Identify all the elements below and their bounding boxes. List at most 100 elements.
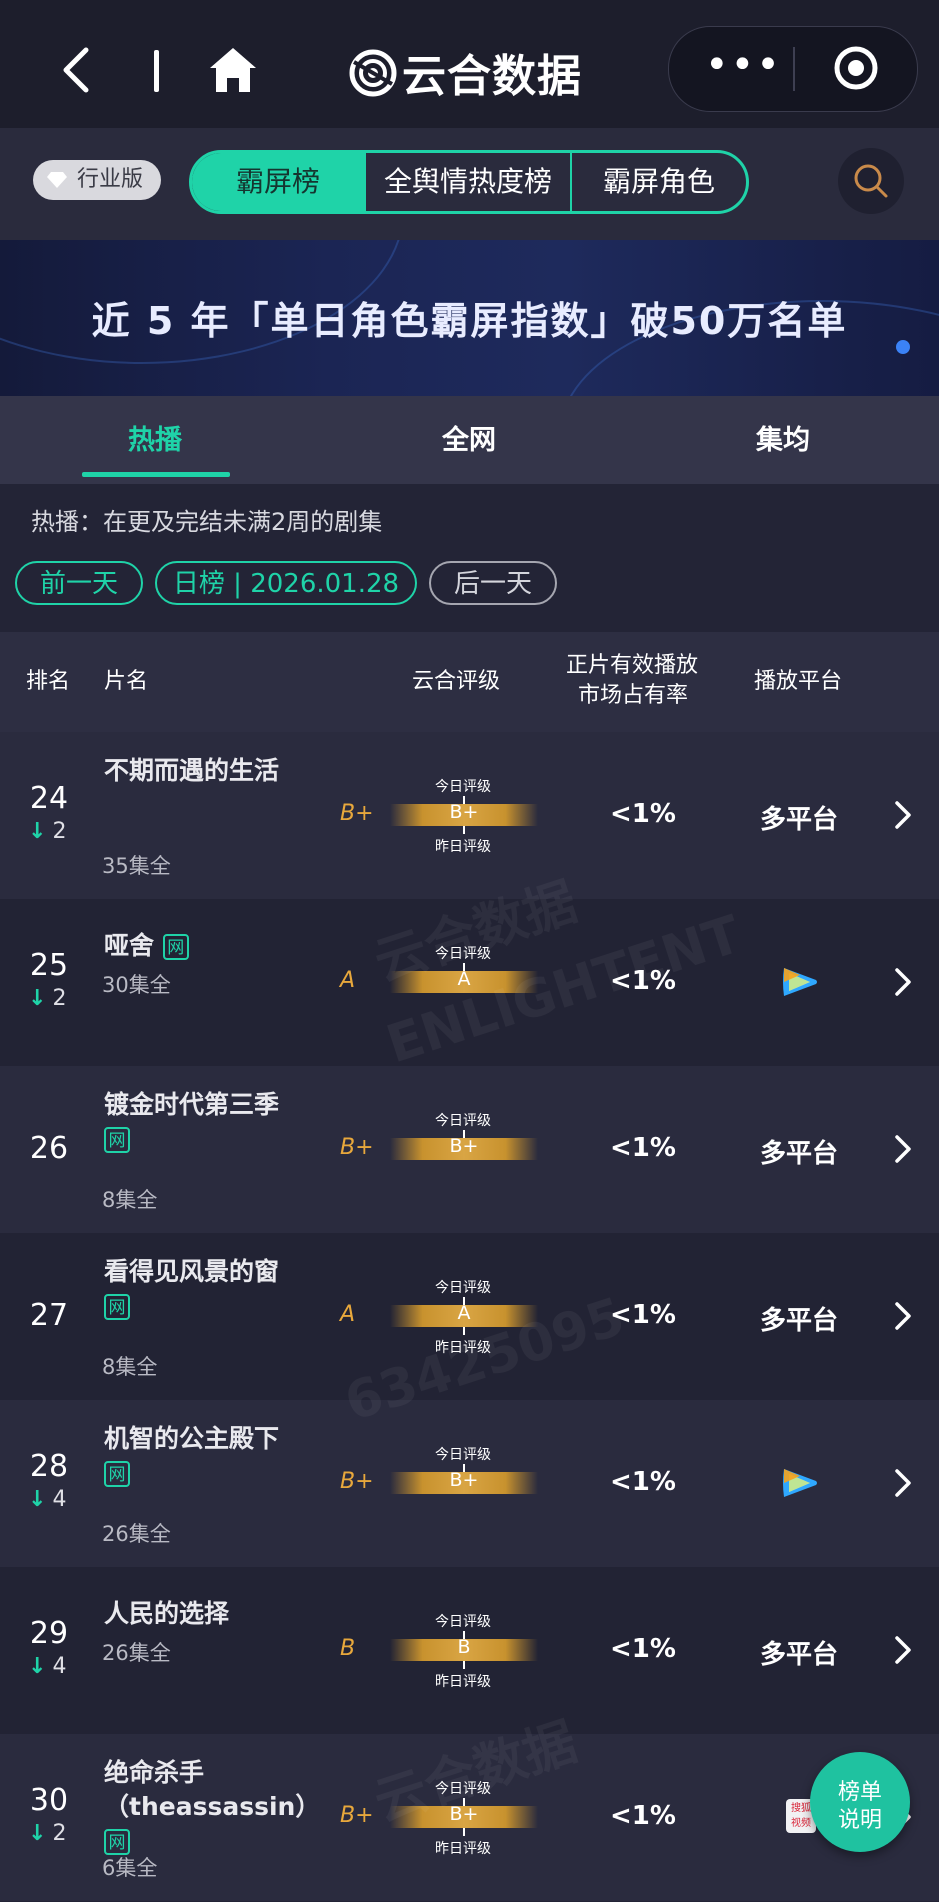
- show-title[interactable]: 人民的选择: [104, 1597, 309, 1631]
- episode-count: 26集全: [102, 1522, 171, 1546]
- episode-count: 8集全: [102, 1188, 158, 1212]
- rating-letter: B+: [340, 1469, 374, 1494]
- rank-change: ↓ 2: [28, 1821, 66, 1846]
- tab-hot-airing[interactable]: 热播: [128, 418, 182, 457]
- platform-label: 多平台: [760, 1640, 839, 1670]
- rating-letter: A: [340, 1302, 356, 1327]
- close-target-icon[interactable]: [833, 45, 879, 91]
- arrow-down-icon: ↓: [28, 819, 47, 844]
- web-series-badge: 网: [162, 934, 189, 960]
- tab-dominance-ranking[interactable]: 霸屏榜: [192, 153, 364, 211]
- active-tab-indicator: [82, 472, 230, 477]
- yesterday-marker: [463, 1661, 465, 1669]
- ranking-explanation-button[interactable]: 榜单 说明: [810, 1752, 910, 1852]
- show-title-text: 绝命杀手（theassassin）: [104, 1758, 321, 1821]
- show-title[interactable]: 看得见风景的窗 网: [104, 1255, 309, 1323]
- chevron-right-icon[interactable]: [894, 800, 912, 830]
- today-rating-label: 今日评级: [435, 1280, 491, 1296]
- rating-letter: B+: [340, 1135, 374, 1160]
- rating-bar: B: [390, 1636, 538, 1661]
- rating-bar: B+: [390, 801, 538, 826]
- diamond-icon: [47, 172, 67, 188]
- today-marker: [463, 1297, 465, 1305]
- industry-edition-badge[interactable]: 行业版: [33, 160, 161, 200]
- today-marker: [463, 1631, 465, 1639]
- rank-number: 24: [29, 781, 69, 816]
- web-series-badge: 网: [104, 1294, 130, 1320]
- rating-letter: A: [340, 968, 356, 993]
- show-title-text: 机智的公主殿下: [104, 1424, 280, 1453]
- rating-letter: B+: [340, 1803, 374, 1828]
- home-icon[interactable]: [208, 46, 258, 94]
- rank-number: 27: [29, 1298, 69, 1333]
- mini-program-capsule: •••: [668, 26, 918, 112]
- show-title[interactable]: 镀金时代第三季 网: [104, 1088, 309, 1156]
- rank-number: 29: [29, 1616, 69, 1651]
- chevron-right-icon[interactable]: [894, 1301, 912, 1331]
- search-button[interactable]: [838, 148, 904, 214]
- table-row[interactable]: 28 ↓ 4 机智的公主殿下 网 26集全 B+ B+ 今日评级 <1%: [0, 1400, 939, 1567]
- rank-change: ↓ 2: [28, 819, 66, 844]
- back-icon[interactable]: [56, 44, 96, 96]
- rank-number: 25: [29, 948, 69, 983]
- episode-count: 35集全: [102, 854, 171, 878]
- rating-bar: B+: [390, 1135, 538, 1160]
- rank-change: ↓ 4: [28, 1654, 66, 1679]
- banner-title: 近 5 年「单日角色霸屏指数」破50万名单: [91, 299, 848, 343]
- ranking-type-tabs: 霸屏榜 全舆情热度榜 霸屏角色: [189, 150, 749, 214]
- rank-change-value: 4: [52, 1487, 67, 1512]
- tab-dominant-roles[interactable]: 霸屏角色: [572, 153, 746, 211]
- date-selector[interactable]: 日榜 | 2026.01.28: [155, 561, 417, 605]
- rank-change-value: 2: [52, 986, 67, 1011]
- promo-banner[interactable]: 近 5 年「单日角色霸屏指数」破50万名单: [0, 240, 939, 396]
- chevron-right-icon[interactable]: [894, 1134, 912, 1164]
- rating-letter: B: [340, 1636, 356, 1661]
- tencent-video-icon: [783, 968, 817, 996]
- show-title[interactable]: 哑舍 网: [104, 929, 309, 963]
- rank-change-value: 2: [52, 819, 67, 844]
- market-share: <1%: [610, 799, 676, 829]
- web-series-badge: 网: [104, 1461, 130, 1487]
- more-menu-button[interactable]: •••: [705, 45, 782, 85]
- today-rating-value: B+: [449, 801, 479, 823]
- search-icon: [854, 164, 888, 198]
- tab-public-opinion-ranking[interactable]: 全舆情热度榜: [366, 153, 570, 211]
- prev-day-button[interactable]: 前一天: [15, 561, 143, 605]
- today-rating-label: 今日评级: [435, 1614, 491, 1630]
- chevron-right-icon[interactable]: [894, 1635, 912, 1665]
- header-share-line2: 市场占有率: [578, 683, 689, 708]
- market-share: <1%: [610, 1634, 676, 1664]
- tab-per-episode[interactable]: 集均: [756, 418, 810, 457]
- market-share: <1%: [610, 1133, 676, 1163]
- rank-change-value: 4: [52, 1654, 67, 1679]
- scope-description: 热播：在更及完结未满2周的剧集: [31, 508, 383, 536]
- today-rating-value: B+: [449, 1469, 479, 1491]
- show-title-text: 镀金时代第三季: [104, 1090, 280, 1119]
- header-share-line1: 正片有效播放: [566, 653, 699, 678]
- nav-separator: [154, 50, 159, 92]
- today-marker: [463, 1130, 465, 1138]
- table-row[interactable]: 24 ↓ 2 不期而遇的生活 35集全 B+ B+ 今日评级 昨日评级 <1% 多平台: [0, 732, 939, 899]
- yesterday-rating-label: 昨日评级: [435, 1841, 491, 1857]
- chevron-right-icon[interactable]: [894, 967, 912, 997]
- yesterday-marker: [463, 826, 465, 834]
- today-rating-label: 今日评级: [435, 1447, 491, 1463]
- tab-all-network[interactable]: 全网: [442, 418, 496, 457]
- platform-label: 多平台: [760, 1139, 839, 1169]
- web-series-badge: 网: [104, 1127, 130, 1153]
- table-row[interactable]: 29 ↓ 4 人民的选择 26集全 B B 今日评级 昨日评级 <1% 多平台: [0, 1567, 939, 1734]
- yesterday-rating-label: 昨日评级: [435, 1674, 491, 1690]
- arrow-down-icon: ↓: [28, 986, 47, 1011]
- capsule-divider: [793, 47, 795, 91]
- app-title: 云合数据: [402, 51, 582, 102]
- chevron-right-icon[interactable]: [894, 1468, 912, 1498]
- show-title[interactable]: 机智的公主殿下 网: [104, 1422, 309, 1490]
- today-marker: [463, 1464, 465, 1472]
- today-rating-value: B: [457, 1636, 471, 1658]
- table-row[interactable]: 26 镀金时代第三季 网 8集全 B+ B+ 今日评级 <1% 多平台: [0, 1066, 939, 1233]
- rank-number: 26: [29, 1131, 69, 1166]
- rank-number: 30: [29, 1783, 69, 1818]
- next-day-button[interactable]: 后一天: [429, 561, 557, 605]
- show-title[interactable]: 绝命杀手（theassassin） 网: [104, 1756, 320, 1858]
- show-title[interactable]: 不期而遇的生活: [104, 754, 309, 788]
